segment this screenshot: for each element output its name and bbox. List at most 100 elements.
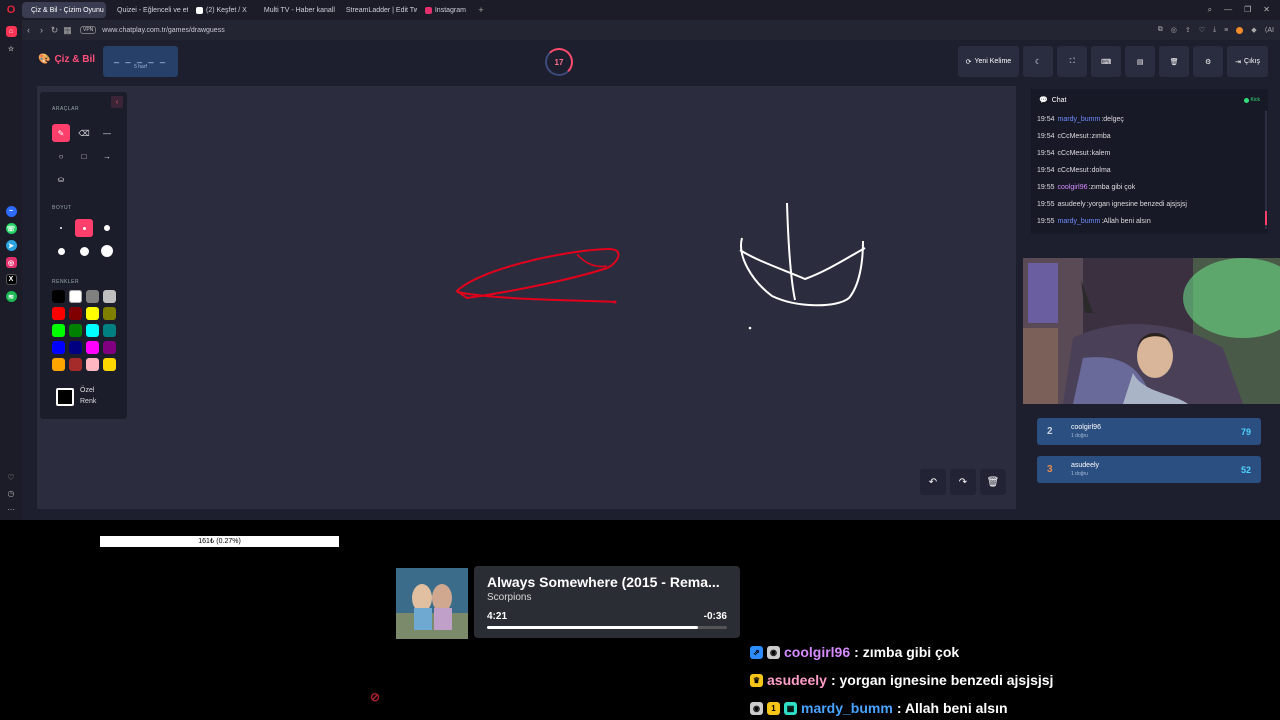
eraser-tool[interactable]: ⌫ (75, 124, 93, 142)
size-xl[interactable] (75, 242, 93, 260)
brand-logo[interactable]: 🎨 Çiz & Bil (38, 54, 95, 65)
rectangle-tool[interactable]: □ (75, 147, 93, 165)
browser-tab[interactable]: StreamLadder | Edit Twitch... (337, 2, 417, 18)
history-icon[interactable]: ◷ (8, 489, 15, 498)
color-swatch[interactable] (103, 307, 116, 320)
favorites-icon[interactable]: ♡ (7, 473, 14, 482)
exit-button[interactable]: ⇥ Çıkış (1227, 46, 1268, 77)
size-xs[interactable] (52, 219, 70, 237)
reload-icon[interactable]: ↻ (48, 25, 61, 36)
spotify-icon[interactable]: ≋ (5, 291, 17, 302)
color-swatch[interactable] (86, 358, 99, 371)
color-swatch[interactable] (69, 324, 82, 337)
chat-username[interactable]: mardy_bumm (1058, 218, 1101, 225)
camera-icon[interactable]: ◎ (1171, 26, 1177, 34)
color-swatch[interactable] (86, 324, 99, 337)
size-s[interactable] (75, 219, 93, 237)
menu-icon[interactable]: ≡ (1224, 27, 1228, 34)
browser-tab[interactable]: Quizei - Eğlenceli ve etkile... (108, 2, 188, 18)
delete-button[interactable]: 🗑 (1159, 46, 1190, 77)
new-word-button[interactable]: ⟳ Yeni Kelime (957, 46, 1020, 77)
color-swatch[interactable] (103, 358, 116, 371)
redo-button[interactable]: ↷ (950, 469, 976, 495)
chat-username[interactable]: cCcMesut (1058, 133, 1089, 140)
theme-toggle-button[interactable]: ☾ (1023, 46, 1054, 77)
color-swatch[interactable] (103, 290, 116, 303)
wallet-icon[interactable]: ◆ (1251, 26, 1256, 34)
color-swatch[interactable] (86, 307, 99, 320)
size-l[interactable] (52, 242, 70, 260)
url-field[interactable]: www.chatplay.com.tr/games/drawguess (102, 27, 224, 34)
chat-text: yorgan ignesine benzedi ajsjsjsj (1088, 201, 1187, 208)
maximize-icon[interactable]: ❐ (1244, 5, 1251, 15)
chat-username[interactable]: mardy_bumm (1058, 116, 1101, 123)
chat-scroll-thumb[interactable] (1265, 211, 1267, 225)
collapse-panel-button[interactable]: ‹ (111, 96, 123, 108)
settings-button[interactable]: ⚙ (1193, 46, 1224, 77)
tab-favicon-icon (424, 6, 432, 14)
browser-tab[interactable]: Instagram (419, 2, 472, 18)
color-swatch[interactable] (69, 358, 82, 371)
instagram-icon[interactable]: ◎ (5, 257, 17, 268)
minimize-icon[interactable]: — (1224, 5, 1232, 15)
chat-scrollbar[interactable] (1265, 111, 1267, 229)
keyboard-button[interactable]: ⌨ (1091, 46, 1122, 77)
search-tabs-icon[interactable]: ⌕ (1208, 5, 1212, 15)
x-twitter-icon[interactable]: X (5, 274, 17, 285)
size-m[interactable] (98, 219, 116, 237)
color-swatch[interactable] (52, 324, 65, 337)
arrow-tool[interactable]: → (98, 147, 116, 165)
telegram-icon[interactable]: ➤ (5, 240, 17, 251)
color-swatch[interactable] (69, 307, 82, 320)
overlay-chat-line: ⇗ ◉ coolgirl96: zımba gibi çok (750, 638, 1053, 666)
download-icon[interactable]: ⤓ (1213, 26, 1216, 34)
size-xxl[interactable] (98, 242, 116, 260)
undo-button[interactable]: ↶ (920, 469, 946, 495)
drawing-canvas[interactable]: ARAÇLAR ‹ ✎ ⌫ — ○ □ → ⛀ BOYUT RENKLER Öz… (37, 86, 1016, 509)
browser-tab[interactable]: (2) Keşfet / X (190, 2, 253, 18)
color-swatch[interactable] (69, 341, 82, 354)
tab-snapshot-icon[interactable]: ⧉ (1158, 26, 1163, 34)
color-swatch[interactable] (103, 324, 116, 337)
aria-ai-label: AI (1267, 27, 1274, 34)
star-icon[interactable]: ☆ (6, 43, 17, 54)
color-swatch[interactable] (86, 290, 99, 303)
forward-icon[interactable]: › (35, 25, 48, 35)
vpn-badge[interactable]: VPN (80, 26, 97, 34)
color-swatch[interactable] (52, 358, 65, 371)
aria-ai-button[interactable]: ⟨AI (1265, 26, 1274, 34)
line-tool[interactable]: — (98, 124, 116, 142)
share-icon[interactable]: ⇪ (1185, 26, 1191, 34)
home-icon[interactable]: ⌂ (5, 26, 17, 37)
fullscreen-button[interactable]: ⛶ (1057, 46, 1088, 77)
browser-tab[interactable]: Çiz & Bil - Çizim Oyunu (22, 2, 106, 18)
opera-logo-icon[interactable]: O (0, 0, 22, 20)
chat-username[interactable]: coolgirl96 (1058, 184, 1088, 191)
back-icon[interactable]: ‹ (22, 25, 35, 35)
color-swatch[interactable] (86, 341, 99, 354)
color-swatch[interactable] (52, 290, 65, 303)
speed-dial-icon[interactable]: ▦ (61, 25, 74, 36)
color-swatch[interactable] (69, 290, 82, 303)
more-icon[interactable]: ⋯ (7, 505, 15, 514)
extension-icon[interactable] (1236, 26, 1244, 34)
custom-color-button[interactable]: Özel Renk (56, 386, 96, 407)
color-swatch[interactable] (103, 341, 116, 354)
whatsapp-icon[interactable]: ☏ (5, 223, 17, 234)
chat-username[interactable]: asudeely (1058, 201, 1086, 208)
clear-canvas-button[interactable]: 🗑 (980, 469, 1006, 495)
browser-tab[interactable]: Multi TV - Haber kanalları... (255, 2, 335, 18)
messenger-icon[interactable]: ~ (5, 206, 17, 217)
chat-username[interactable]: cCcMesut (1058, 167, 1089, 174)
track-title: Always Somewhere (2015 - Rema... (487, 574, 720, 590)
close-window-icon[interactable]: ✕ (1263, 5, 1270, 15)
chat-username[interactable]: cCcMesut (1058, 150, 1089, 157)
fill-tool[interactable]: ⛀ (52, 170, 70, 188)
circle-tool[interactable]: ○ (52, 147, 70, 165)
new-tab-button[interactable]: + (474, 5, 488, 15)
archive-button[interactable]: ▤ (1125, 46, 1156, 77)
color-swatch[interactable] (52, 341, 65, 354)
pen-tool[interactable]: ✎ (52, 124, 70, 142)
color-swatch[interactable] (52, 307, 65, 320)
bookmark-icon[interactable]: ♡ (1199, 26, 1205, 34)
